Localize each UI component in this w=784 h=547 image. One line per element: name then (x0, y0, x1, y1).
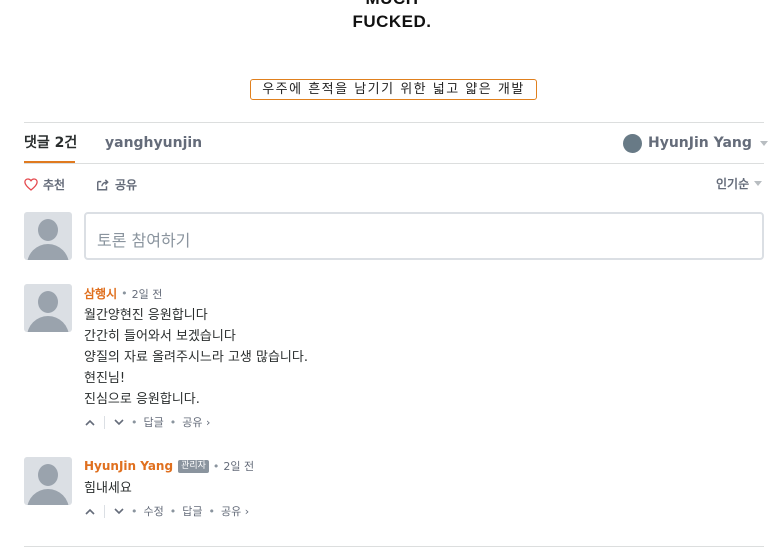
divider-nav (24, 163, 764, 164)
comment-time[interactable]: 2일 전 (223, 458, 254, 474)
reply-button[interactable]: 답글 (182, 503, 202, 519)
article-banner: MUCH FUCKED. (0, 0, 784, 40)
comment-actions: • 수정 • 답글 • 공유 › (84, 503, 249, 519)
comment-time[interactable]: 2일 전 (132, 286, 163, 302)
comment-header: 삼행시 • 2일 전 (84, 285, 163, 302)
comment-line: 양질의 자료 올려주시느라 고생 많습니다. (84, 350, 308, 365)
chevron-down-icon (754, 181, 763, 186)
heart-icon (24, 178, 38, 191)
comment-actions: • 답글 • 공유 › (84, 414, 210, 430)
comment-avatar[interactable] (24, 284, 72, 332)
comment-input-placeholder: 토론 참여하기 (97, 231, 191, 250)
divider-top (24, 122, 764, 123)
sort-dropdown[interactable]: 인기순 (716, 175, 763, 192)
comment-header: HyunJin Yang 관리자 • 2일 전 (84, 458, 255, 474)
comment-author[interactable]: 삼행시 (84, 285, 117, 302)
edit-button[interactable]: 수정 (144, 503, 164, 519)
downvote-icon[interactable] (113, 416, 125, 428)
comment-author[interactable]: HyunJin Yang (84, 459, 173, 473)
comment-line: 힘내세요 (84, 481, 132, 496)
sort-label: 인기순 (716, 177, 750, 191)
share-icon (97, 179, 109, 191)
comment-avatar[interactable] (24, 457, 72, 505)
comment-text: 월간양현진 응원합니다 간간히 들어와서 보겠습니다 양질의 자료 올려주시느라… (84, 305, 308, 410)
user-name: HyunJin Yang (648, 135, 752, 151)
banner-line-1: MUCH (0, 0, 784, 9)
recommend-label: 추천 (43, 178, 66, 192)
share-label: 공유 (115, 178, 138, 192)
comment-line: 간간히 들어와서 보겠습니다 (84, 329, 236, 344)
comment-text: 힘내세요 (84, 478, 132, 499)
comment-line: 월간양현진 응원합니다 (84, 308, 208, 323)
share-button[interactable]: 공유 (96, 176, 137, 193)
chevron-down-icon (759, 140, 768, 146)
recommend-button[interactable]: 추천 (24, 176, 65, 193)
comment-line: 진심으로 응원합니다. (84, 392, 200, 407)
tab-comments[interactable]: 댓글 2건 (24, 133, 77, 153)
tab-community[interactable]: yanghyunjin (105, 133, 202, 153)
comment-line: 현진님! (84, 371, 126, 386)
user-avatar-icon (623, 133, 642, 153)
banner-line-2: FUCKED. (352, 12, 432, 31)
article-tag[interactable]: 우주에 흔적을 남기기 위한 넓고 얇은 개발 (250, 79, 537, 100)
moderator-badge: 관리자 (178, 459, 209, 473)
reply-button[interactable]: 답글 (144, 414, 164, 430)
comment-input[interactable]: 토론 참여하기 (84, 212, 764, 260)
upvote-icon[interactable] (84, 416, 96, 428)
downvote-icon[interactable] (113, 505, 125, 517)
share-comment-button[interactable]: 공유 › (221, 503, 249, 519)
user-menu[interactable]: HyunJin Yang (623, 132, 768, 154)
upvote-icon[interactable] (84, 505, 96, 517)
my-avatar (24, 212, 72, 260)
share-comment-button[interactable]: 공유 › (182, 414, 210, 430)
